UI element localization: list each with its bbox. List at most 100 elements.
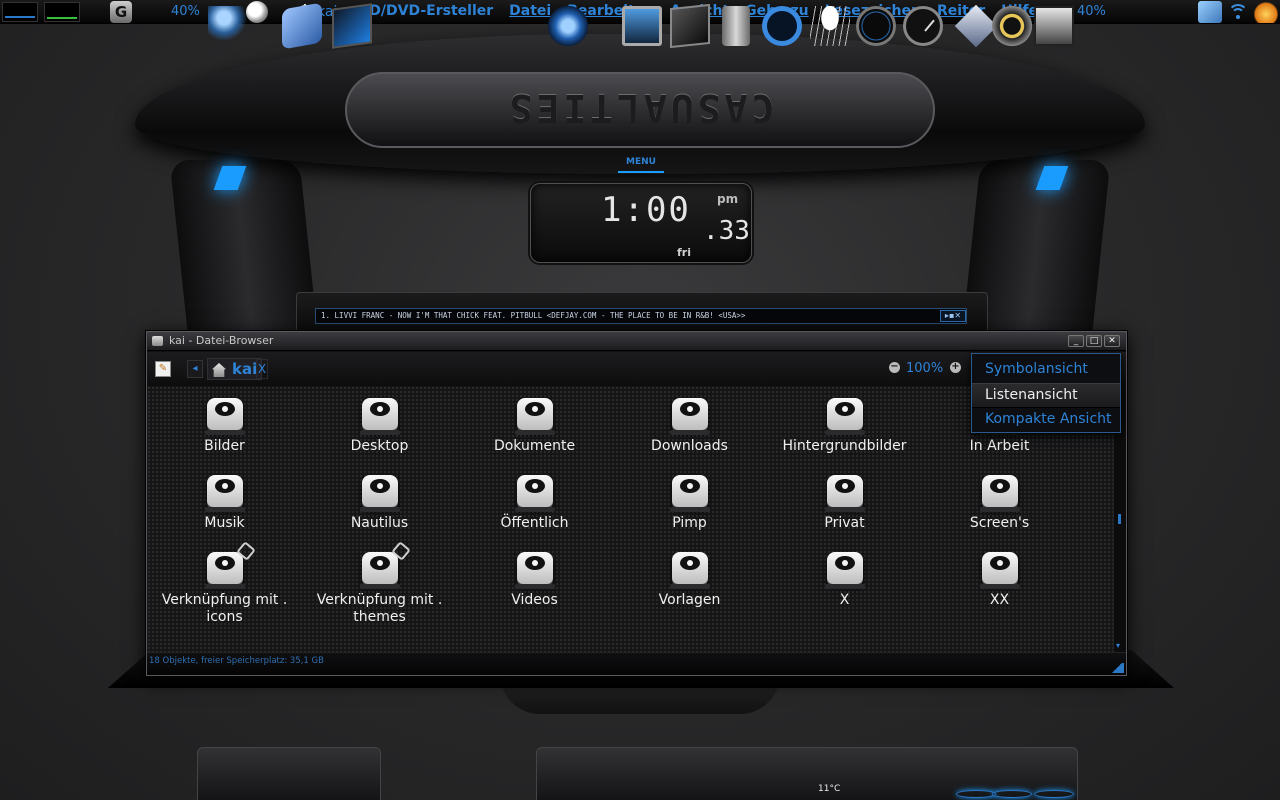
file-item[interactable]: X xyxy=(767,542,922,644)
edit-location-icon[interactable]: ✎ xyxy=(155,361,171,377)
window-controls: _ □ ✕ xyxy=(1068,335,1120,347)
file-item[interactable]: Dokumente xyxy=(457,388,612,465)
ticker-controls[interactable]: ▸▪✕ xyxy=(940,310,966,322)
file-item[interactable]: Nautilus xyxy=(302,465,457,542)
file-item[interactable]: Privat xyxy=(767,465,922,542)
close-button[interactable]: ✕ xyxy=(1104,335,1120,347)
breadcrumb-home[interactable]: kai xyxy=(207,358,263,380)
file-item-label: Verknüpfung mit . icons xyxy=(161,592,288,625)
file-item[interactable]: Desktop xyxy=(302,388,457,465)
status-text: 18 Objekte, freier Speicherplatz: 35,1 G… xyxy=(149,656,324,666)
minimize-button[interactable]: _ xyxy=(1068,335,1084,347)
zoom-out-icon[interactable]: − xyxy=(889,362,900,373)
file-item-label: Musik xyxy=(204,515,245,531)
view-option-listenansicht[interactable]: Listenansicht xyxy=(972,383,1120,408)
applet-orb-icon[interactable] xyxy=(246,1,268,23)
file-grid: Bilder Desktop Dokumente Downloads Hintergru… xyxy=(147,388,1113,644)
close-location-button[interactable]: X xyxy=(256,359,268,379)
app-launcher-icon[interactable] xyxy=(282,2,322,50)
network-trace xyxy=(5,16,35,18)
monitor-icon[interactable] xyxy=(622,6,662,46)
file-item-label: In Arbeit xyxy=(969,438,1030,454)
resize-grip[interactable] xyxy=(1110,663,1124,673)
clock-menu-label[interactable]: MENU xyxy=(618,157,664,173)
file-item[interactable]: XX xyxy=(922,542,1077,644)
clock-seconds: .33 xyxy=(703,216,750,246)
file-item[interactable]: Videos xyxy=(457,542,612,644)
media-player-icon[interactable] xyxy=(992,6,1032,46)
clock-time: 1:00 xyxy=(601,190,691,230)
view-option-symbolansicht[interactable]: Symbolansicht xyxy=(972,358,1120,383)
folder-icon xyxy=(668,394,712,438)
dock-glow-gem xyxy=(956,790,996,798)
desktop-clock-widget: 1:00 pm .33 fri xyxy=(530,183,752,263)
window-title: kai - Datei-Browser xyxy=(169,334,274,347)
folder-icon xyxy=(513,548,557,592)
folder-icon xyxy=(203,471,247,515)
file-item-label: Downloads xyxy=(651,438,728,454)
folder-icon xyxy=(978,548,1022,592)
users-icon[interactable] xyxy=(208,6,248,46)
radio-ticker: 1. LIVVI FRANC - NOW I'M THAT CHICK FEAT… xyxy=(315,308,967,324)
file-manager-icon[interactable] xyxy=(670,3,710,49)
file-item[interactable]: Pimp xyxy=(612,465,767,542)
folder-icon[interactable] xyxy=(332,3,372,49)
file-item[interactable]: Hintergrundbilder xyxy=(767,388,922,465)
file-item[interactable]: Screen's xyxy=(922,465,1077,542)
file-item[interactable]: Bilder xyxy=(147,388,302,465)
update-notifier-icon[interactable] xyxy=(1198,1,1222,23)
file-item-label: Privat xyxy=(824,515,865,531)
view-option-kompakte-ansicht[interactable]: Kompakte Ansicht xyxy=(972,408,1120,433)
file-item-label: Öffentlich xyxy=(500,515,569,531)
system-trace xyxy=(47,17,77,19)
file-item[interactable]: Musik xyxy=(147,465,302,542)
system-monitor-graph[interactable] xyxy=(44,2,80,22)
clock-ampm: pm xyxy=(717,192,739,206)
trash-icon[interactable] xyxy=(722,6,750,46)
folder-icon xyxy=(823,394,867,438)
symlink-folder-icon xyxy=(203,541,256,592)
casualties-logo: CASUALTIES xyxy=(505,86,775,130)
file-item-label: Screen's xyxy=(969,515,1030,531)
file-item-label: Nautilus xyxy=(350,515,409,531)
dock-glow-media xyxy=(992,790,1032,798)
tray-app-icon[interactable] xyxy=(1254,1,1278,23)
window-app-icon[interactable] xyxy=(152,336,163,346)
gauge-icon[interactable] xyxy=(856,6,896,46)
status-bar: 18 Objekte, freier Speicherplatz: 35,1 G… xyxy=(147,652,1126,675)
scroll-down-arrow[interactable]: ▾ xyxy=(1116,641,1120,650)
gnome-foot-icon[interactable]: G xyxy=(110,1,132,23)
weather-icon[interactable] xyxy=(810,6,850,46)
home-icon xyxy=(212,363,226,377)
wifi-icon[interactable] xyxy=(1226,1,1250,23)
file-item[interactable]: Vorlagen xyxy=(612,542,767,644)
window-titlebar[interactable]: kai - Datei-Browser _ □ ✕ xyxy=(147,332,1126,351)
scrollbar-thumb[interactable] xyxy=(1118,514,1121,524)
app-name-menu[interactable]: CD/DVD-Ersteller xyxy=(359,3,493,19)
file-item-label: Dokumente xyxy=(493,438,576,454)
file-item-label: Pimp xyxy=(672,515,707,531)
file-item-label: Hintergrundbilder xyxy=(782,438,907,454)
file-item[interactable]: Verknüpfung mit . themes xyxy=(302,541,457,644)
maximize-button[interactable]: □ xyxy=(1086,335,1102,347)
file-item-label: Desktop xyxy=(350,438,409,454)
symlink-folder-icon xyxy=(358,541,411,592)
file-item-label: Bilder xyxy=(204,438,245,454)
file-item[interactable]: Verknüpfung mit . icons xyxy=(147,541,302,644)
firefox-icon[interactable] xyxy=(548,6,588,46)
file-view[interactable]: Bilder Desktop Dokumente Downloads Hintergru… xyxy=(147,386,1113,652)
zoom-level[interactable]: 100% xyxy=(906,361,943,376)
file-item[interactable]: Downloads xyxy=(612,388,767,465)
clock-icon[interactable] xyxy=(903,6,943,46)
file-item[interactable]: Öffentlich xyxy=(457,465,612,542)
control-panel-icon[interactable] xyxy=(1034,6,1074,46)
back-arrow-icon[interactable]: ◂ xyxy=(187,360,203,378)
file-item-label: Verknüpfung mit . themes xyxy=(316,592,443,625)
folder-icon xyxy=(358,394,402,438)
file-item-label: Videos xyxy=(511,592,558,608)
quicktime-icon[interactable] xyxy=(762,6,802,46)
network-monitor-graph[interactable] xyxy=(2,2,38,22)
menu-datei[interactable]: Datei xyxy=(509,3,551,19)
zoom-in-icon[interactable]: + xyxy=(950,362,961,373)
weather-temperature: 11°C xyxy=(818,784,841,794)
